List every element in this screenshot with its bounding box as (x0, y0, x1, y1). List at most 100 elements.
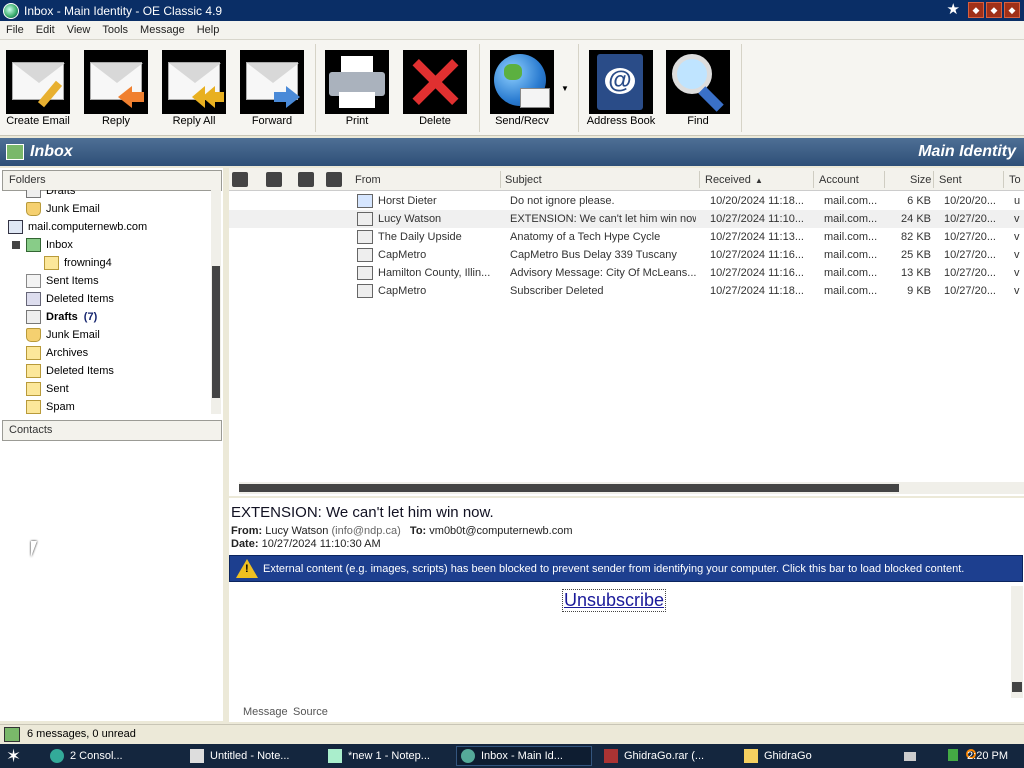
menu-help[interactable]: Help (191, 24, 226, 36)
cell-subject: Subscriber Deleted (510, 285, 604, 297)
to-address[interactable]: vm0b0t@computernewb.com (429, 525, 572, 537)
star-icon[interactable]: ★ (947, 1, 960, 18)
tab-source[interactable]: Source (293, 706, 328, 718)
contacts-header[interactable]: Contacts (2, 420, 222, 441)
folder-label: Archives (46, 347, 89, 359)
reply-button[interactable]: Reply (80, 48, 152, 132)
cell-size: 25 KB (901, 249, 931, 261)
unsubscribe-link[interactable]: Unsubscribe (562, 589, 667, 612)
message-row[interactable]: Lucy Watson EXTENSION: We can't let him w… (229, 210, 1024, 228)
column-separator[interactable] (1003, 171, 1004, 188)
attachment-column-icon[interactable] (266, 172, 282, 187)
menu-tools[interactable]: Tools (96, 24, 134, 36)
window-title: Inbox - Main Identity - OE Classic 4.9 (24, 3, 223, 18)
keyboard-icon[interactable] (904, 752, 916, 761)
folder-item[interactable]: Sent (26, 380, 69, 398)
toolbar-separator (578, 44, 579, 132)
network-icon[interactable] (948, 749, 958, 761)
print-button[interactable]: Print (321, 48, 393, 132)
task-oe-inbox[interactable]: Inbox - Main Id... (456, 746, 592, 766)
priority-column-icon[interactable] (232, 172, 248, 187)
toolbar: Create Email Reply Reply All Forward Pri… (0, 40, 1024, 136)
task-ghidrago-folder[interactable]: GhidraGo (740, 746, 860, 766)
from-email[interactable]: (info@ndp.ca) (331, 525, 400, 537)
menu-file[interactable]: File (0, 24, 30, 36)
message-row[interactable]: Hamilton County, Illin... Advisory Messag… (229, 264, 1024, 282)
send-recv-button[interactable]: Send/Recv (486, 48, 558, 132)
find-button[interactable]: Find (662, 48, 734, 132)
delete-button[interactable]: Delete (399, 48, 471, 132)
cell-sent: 10/27/20... (944, 285, 996, 297)
folder-item[interactable]: mail.computernewb.com (8, 218, 147, 236)
inbox-icon (26, 238, 41, 252)
folder-scrollbar[interactable] (211, 190, 221, 414)
reply-all-icon (162, 50, 226, 114)
message-list-hscrollbar[interactable] (239, 482, 1024, 494)
task-notepadpp[interactable]: *new 1 - Notep... (324, 746, 452, 766)
folder-item[interactable]: Junk Email (26, 326, 100, 344)
tab-message[interactable]: Message (243, 706, 288, 718)
watch-column-icon[interactable] (326, 172, 342, 187)
message-row[interactable]: The Daily Upside Anatomy of a Tech Hype C… (229, 228, 1024, 246)
folder-item[interactable]: Archives (26, 344, 88, 362)
toolbar-separator (315, 44, 316, 132)
menu-view[interactable]: View (61, 24, 97, 36)
from-name[interactable]: Lucy Watson (265, 525, 328, 537)
close-button[interactable]: ◆ (1004, 2, 1020, 18)
column-separator[interactable] (500, 171, 501, 188)
forward-button[interactable]: Forward (236, 48, 308, 132)
column-separator[interactable] (813, 171, 814, 188)
maximize-button[interactable]: ◆ (986, 2, 1002, 18)
address-book-button[interactable]: @ Address Book (585, 48, 657, 132)
cell-account: mail.com... (824, 267, 878, 279)
clock[interactable]: 2:20 PM (967, 750, 1008, 762)
minimize-button[interactable]: ◆ (968, 2, 984, 18)
column-sent[interactable]: Sent (939, 174, 962, 186)
folder-item[interactable]: Inbox (12, 236, 73, 254)
column-size[interactable]: Size (910, 174, 931, 186)
column-separator[interactable] (699, 171, 700, 188)
folder-item[interactable]: Drafts (7) (26, 308, 97, 326)
blocked-content-bar[interactable]: ! External content (e.g. images, scripts… (229, 555, 1023, 582)
hscrollbar-thumb[interactable] (239, 484, 899, 492)
system-tray: 2:20 PM (874, 744, 1024, 768)
preview-scrollbar-thumb[interactable] (1012, 682, 1022, 692)
folder-item[interactable]: Sent Items (26, 272, 99, 290)
preview-scrollbar[interactable] (1011, 586, 1023, 698)
folder-item[interactable]: Deleted Items (26, 362, 114, 380)
create-email-button[interactable]: Create Email (2, 48, 74, 132)
folder-item[interactable]: Junk Email (26, 200, 100, 218)
send-recv-dropdown-arrow[interactable]: ▼ (561, 84, 569, 93)
column-to[interactable]: To (1009, 174, 1021, 186)
flag-column-icon[interactable] (298, 172, 314, 187)
mail-read-icon (357, 248, 373, 262)
task-notepad-untitled[interactable]: Untitled - Note... (186, 746, 322, 766)
folders-header[interactable]: Folders (2, 170, 222, 191)
task-console[interactable]: 2 Consol... (46, 746, 186, 766)
column-subject[interactable]: Subject (505, 174, 542, 186)
cell-subject: Advisory Message: City Of McLeans... (510, 267, 696, 279)
folder-tree: Drafts Junk Email mail.computernewb.com Inb… (2, 190, 212, 414)
folder-item[interactable]: Deleted Items (26, 290, 114, 308)
folder-icon (26, 364, 41, 378)
column-received[interactable]: Received (705, 174, 751, 186)
start-star-icon[interactable]: ✶ (6, 745, 21, 767)
folder-icon (26, 382, 41, 396)
folder-scrollbar-thumb[interactable] (212, 266, 220, 398)
menu-edit[interactable]: Edit (30, 24, 61, 36)
column-account[interactable]: Account (819, 174, 859, 186)
message-row[interactable]: CapMetro CapMetro Bus Delay 339 Tuscany 10… (229, 246, 1024, 264)
folder-item[interactable]: frowning4 (44, 254, 112, 272)
expander-icon[interactable] (12, 241, 20, 249)
folder-item[interactable]: Drafts (26, 190, 75, 200)
reply-all-button[interactable]: Reply All (158, 48, 230, 132)
menu-message[interactable]: Message (134, 24, 191, 36)
column-separator[interactable] (933, 171, 934, 188)
message-row[interactable]: Horst Dieter Do not ignore please. 10/20/2… (229, 192, 1024, 210)
toolbar-separator (741, 44, 742, 132)
column-separator[interactable] (884, 171, 885, 188)
task-ghidrago-rar[interactable]: GhidraGo.rar (... (600, 746, 730, 766)
folder-item[interactable]: Spam (26, 398, 75, 414)
message-row[interactable]: CapMetro Subscriber Deleted 10/27/2024 11:… (229, 282, 1024, 300)
column-from[interactable]: From (355, 174, 381, 186)
